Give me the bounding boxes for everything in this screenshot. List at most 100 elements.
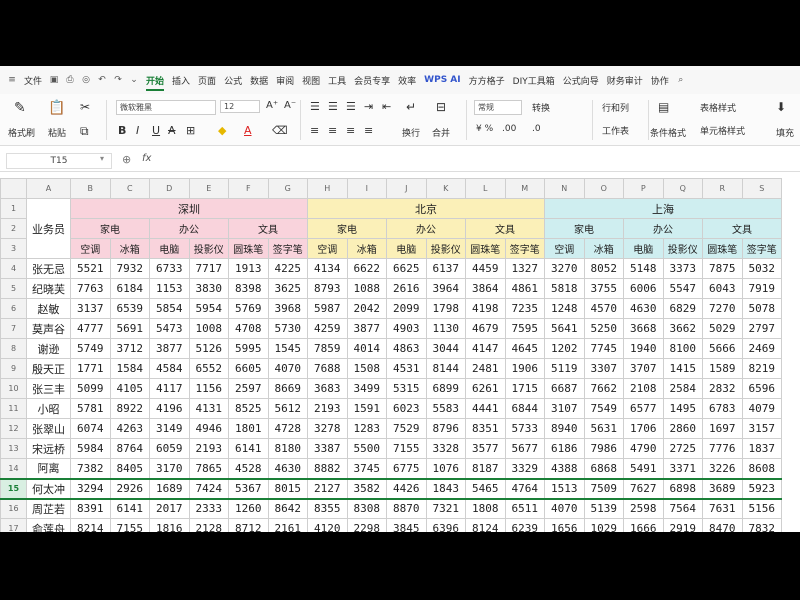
italic-icon[interactable]: I	[136, 124, 139, 137]
value-cell[interactable]: 3294	[70, 477, 111, 500]
paste-icon[interactable]: 📋	[48, 100, 65, 116]
value-cell[interactable]: 4528	[228, 458, 269, 479]
value-cell[interactable]: 1153	[149, 278, 190, 299]
value-cell[interactable]: 2616	[386, 278, 427, 299]
value-cell[interactable]: 4134	[307, 258, 348, 279]
value-cell[interactable]: 7763	[70, 278, 111, 299]
value-cell[interactable]: 3044	[425, 338, 466, 359]
align-bottom-icon[interactable]: ☰	[346, 100, 356, 113]
row-header[interactable]: 10	[0, 378, 27, 399]
value-cell[interactable]: 3707	[623, 358, 664, 379]
category-header[interactable]: 办公	[149, 218, 229, 239]
value-cell[interactable]: 7859	[307, 338, 348, 359]
value-cell[interactable]: 6184	[109, 278, 150, 299]
salesperson-cell[interactable]: 阿离	[26, 458, 71, 479]
product-header[interactable]: 冰箱	[583, 238, 624, 259]
value-cell[interactable]: 7662	[583, 378, 624, 399]
value-cell[interactable]: 1656	[544, 518, 585, 532]
value-cell[interactable]: 2860	[662, 418, 703, 439]
value-cell[interactable]: 2725	[662, 438, 703, 459]
value-cell[interactable]: 3712	[109, 338, 150, 359]
value-cell[interactable]: 1008	[188, 318, 229, 339]
column-header-B[interactable]: B	[70, 178, 111, 199]
value-cell[interactable]: 8940	[544, 418, 585, 439]
indent-icon[interactable]: ⇥	[364, 100, 373, 113]
value-cell[interactable]: 1415	[662, 358, 703, 379]
value-cell[interactable]: 1706	[623, 418, 664, 439]
value-cell[interactable]: 1513	[544, 477, 585, 500]
addin-tab-2[interactable]: 公式向导	[563, 77, 599, 87]
value-cell[interactable]: 4196	[149, 398, 190, 419]
value-cell[interactable]: 5612	[267, 398, 308, 419]
value-cell[interactable]: 3387	[307, 438, 348, 459]
value-cell[interactable]: 5854	[149, 298, 190, 319]
value-cell[interactable]: 1202	[544, 338, 585, 359]
value-cell[interactable]: 1029	[583, 518, 624, 532]
addin-tab-3[interactable]: 财务审计	[607, 77, 643, 87]
product-header[interactable]: 投影仪	[425, 238, 466, 259]
value-cell[interactable]: 4679	[465, 318, 506, 339]
value-cell[interactable]: 1589	[702, 358, 743, 379]
row-header[interactable]: 9	[0, 358, 27, 379]
wrap-button[interactable]: 换行	[402, 126, 420, 139]
value-cell[interactable]: 3582	[346, 477, 387, 500]
value-cell[interactable]: 3371	[662, 458, 703, 479]
value-cell[interactable]: 5367	[228, 477, 269, 500]
product-header[interactable]: 签字笔	[504, 238, 545, 259]
tab-1[interactable]: 插入	[172, 77, 190, 87]
row-header[interactable]: 4	[0, 258, 27, 279]
worksheet-button[interactable]: 工作表	[602, 124, 629, 137]
value-cell[interactable]: 2128	[188, 518, 229, 532]
value-cell[interactable]: 3278	[307, 418, 348, 439]
value-cell[interactable]: 3864	[465, 278, 506, 299]
value-cell[interactable]: 7932	[109, 258, 150, 279]
product-header[interactable]: 冰箱	[346, 238, 387, 259]
row-header[interactable]: 14	[0, 458, 27, 479]
value-cell[interactable]: 6552	[188, 358, 229, 379]
border-icon[interactable]: ⊞	[186, 124, 195, 137]
redo-icon[interactable]: ↷	[112, 74, 124, 86]
value-cell[interactable]: 8187	[465, 458, 506, 479]
value-cell[interactable]: 1913	[228, 258, 269, 279]
category-header[interactable]: 家电	[307, 218, 387, 239]
row-header[interactable]: 7	[0, 318, 27, 339]
value-cell[interactable]: 8219	[741, 358, 782, 379]
value-cell[interactable]: 3373	[662, 258, 703, 279]
column-header-C[interactable]: C	[109, 178, 150, 199]
value-cell[interactable]: 8669	[267, 378, 308, 399]
value-cell[interactable]: 1088	[346, 278, 387, 299]
value-cell[interactable]: 1689	[149, 477, 190, 500]
value-cell[interactable]: 4863	[386, 338, 427, 359]
value-cell[interactable]: 3226	[702, 458, 743, 479]
value-cell[interactable]: 7529	[386, 418, 427, 439]
value-cell[interactable]: 6539	[109, 298, 150, 319]
column-header-M[interactable]: M	[504, 178, 545, 199]
value-cell[interactable]: 7875	[702, 258, 743, 279]
value-cell[interactable]: 4790	[623, 438, 664, 459]
value-cell[interactable]: 6868	[583, 458, 624, 479]
value-cell[interactable]: 2333	[188, 498, 229, 519]
font-name-select[interactable]: 微软雅黑	[116, 100, 216, 115]
column-header-G[interactable]: G	[267, 178, 308, 199]
column-header-S[interactable]: S	[741, 178, 782, 199]
value-cell[interactable]: 1508	[346, 358, 387, 379]
row-header[interactable]: 17	[0, 518, 27, 532]
value-cell[interactable]: 5099	[70, 378, 111, 399]
value-cell[interactable]: 4426	[386, 477, 427, 500]
font-grow-icon[interactable]: A⁺	[266, 100, 278, 111]
underline-icon[interactable]: U	[152, 124, 160, 137]
row-header[interactable]: 2	[0, 218, 27, 239]
column-header-H[interactable]: H	[307, 178, 348, 199]
value-cell[interactable]: 6687	[544, 378, 585, 399]
value-cell[interactable]: 3689	[702, 477, 743, 500]
salesperson-cell[interactable]: 张翠山	[26, 418, 71, 439]
value-cell[interactable]: 7155	[386, 438, 427, 459]
category-header[interactable]: 家电	[544, 218, 624, 239]
value-cell[interactable]: 4225	[267, 258, 308, 279]
value-cell[interactable]: 1545	[267, 338, 308, 359]
value-cell[interactable]: 7776	[702, 438, 743, 459]
value-cell[interactable]: 4764	[504, 477, 545, 500]
value-cell[interactable]: 7270	[702, 298, 743, 319]
value-cell[interactable]: 5139	[583, 498, 624, 519]
value-cell[interactable]: 1798	[425, 298, 466, 319]
